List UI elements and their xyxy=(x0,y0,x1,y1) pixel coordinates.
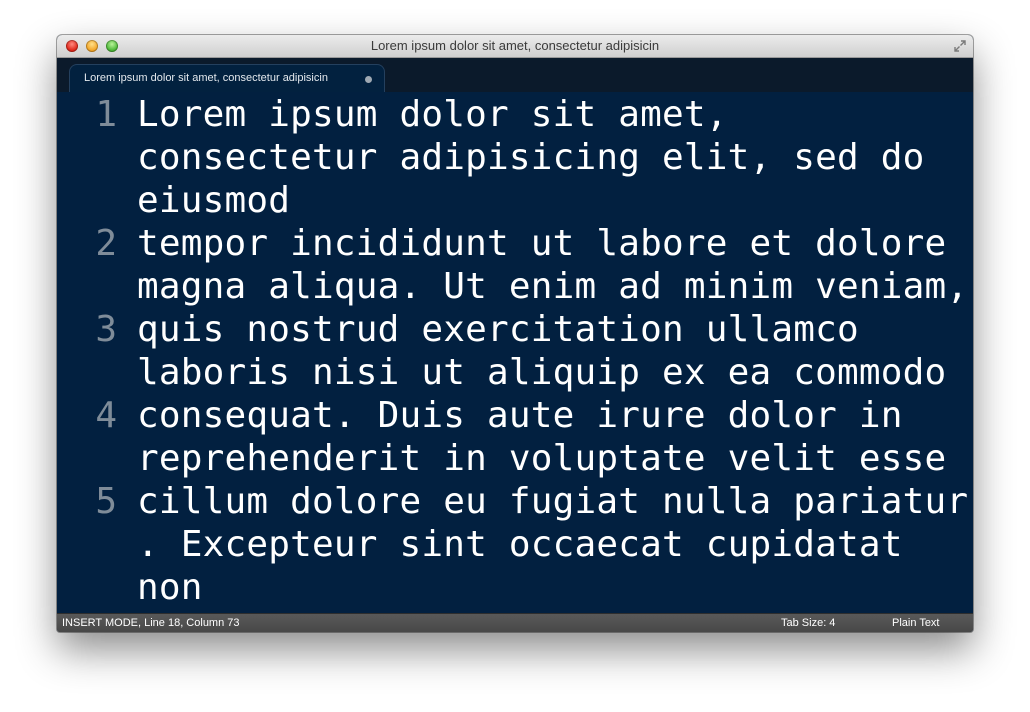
code-line-wrap[interactable]: . Excepteur sint occaecat cupidatat xyxy=(137,523,903,566)
code-line-wrap[interactable]: non xyxy=(137,566,203,609)
title-bar[interactable]: Lorem ipsum dolor sit amet, consectetur … xyxy=(57,35,973,58)
tab-label: Lorem ipsum dolor sit amet, consectetur … xyxy=(84,72,328,84)
code-line-wrap[interactable]: reprehenderit in voluptate velit esse xyxy=(137,437,946,480)
tab-bar: Lorem ipsum dolor sit amet, consectetur … xyxy=(57,58,973,92)
code-line-wrap[interactable]: consectetur adipisicing elit, sed do xyxy=(137,136,924,179)
line-number: 3 xyxy=(95,309,117,350)
fullscreen-icon[interactable] xyxy=(953,39,967,53)
zoom-window-icon[interactable] xyxy=(106,40,118,52)
code-line-wrap[interactable]: eiusmod xyxy=(137,179,290,222)
line-number: 5 xyxy=(95,481,117,522)
unsaved-dot-icon[interactable] xyxy=(365,76,372,83)
code-line-wrap[interactable]: magna aliqua. Ut enim ad minim veniam, xyxy=(137,265,968,308)
code-line[interactable]: cillum dolore eu fugiat nulla pariatur xyxy=(137,480,968,523)
code-line[interactable]: consequat. Duis aute irure dolor in xyxy=(137,394,903,437)
line-number: 4 xyxy=(95,395,117,436)
line-number: 1 xyxy=(95,94,117,135)
tab-size-selector[interactable]: Tab Size: 4 xyxy=(781,617,835,629)
status-mode-position: INSERT MODE, Line 18, Column 73 xyxy=(62,617,240,629)
window-title: Lorem ipsum dolor sit amet, consectetur … xyxy=(370,38,660,53)
syntax-selector[interactable]: Plain Text xyxy=(892,617,940,629)
close-window-icon[interactable] xyxy=(66,40,78,52)
minimize-window-icon[interactable] xyxy=(86,40,98,52)
tab-document[interactable]: Lorem ipsum dolor sit amet, consectetur … xyxy=(69,64,385,92)
line-number: 2 xyxy=(95,223,117,264)
editor-window: Lorem ipsum dolor sit amet, consectetur … xyxy=(57,35,973,632)
code-line[interactable]: tempor incididunt ut labore et dolore xyxy=(137,222,946,265)
text-editor[interactable]: 1 Lorem ipsum dolor sit amet, consectetu… xyxy=(57,92,973,613)
status-bar: INSERT MODE, Line 18, Column 73 Tab Size… xyxy=(57,613,973,632)
code-line[interactable]: Lorem ipsum dolor sit amet, xyxy=(137,93,728,136)
code-line-wrap[interactable]: laboris nisi ut aliquip ex ea commodo xyxy=(137,351,946,394)
code-line[interactable]: quis nostrud exercitation ullamco xyxy=(137,308,859,351)
